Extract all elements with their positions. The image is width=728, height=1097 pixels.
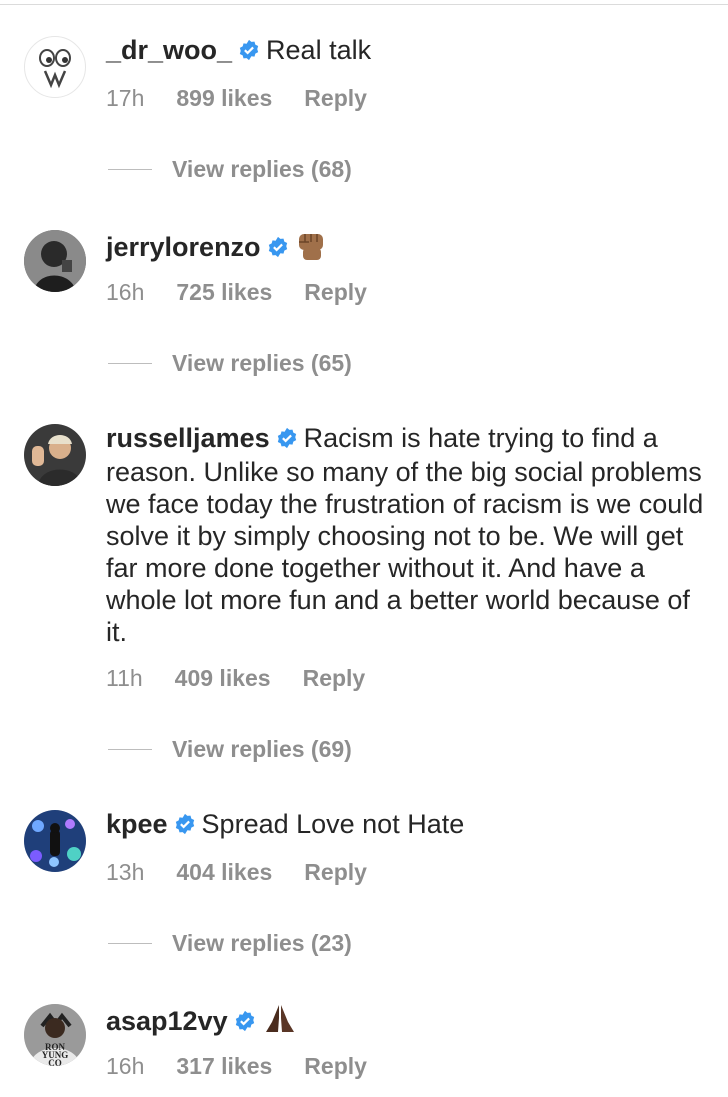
reply-button[interactable]: Reply bbox=[303, 665, 366, 691]
replies-divider bbox=[108, 748, 152, 750]
svg-text:CO: CO bbox=[48, 1058, 62, 1066]
avatar[interactable] bbox=[24, 424, 86, 486]
reply-button[interactable]: Reply bbox=[304, 859, 367, 885]
comment-time: 16h bbox=[106, 279, 145, 305]
view-replies-label: View replies (23) bbox=[172, 929, 352, 956]
view-replies-label: View replies (68) bbox=[172, 155, 352, 182]
comment-text: Racism is hate trying to find a reason. … bbox=[106, 423, 704, 647]
username[interactable]: kpee bbox=[106, 809, 168, 839]
raised-fist-emoji bbox=[295, 228, 329, 269]
avatar[interactable]: RON YUNG CO bbox=[24, 1004, 86, 1066]
avatar[interactable] bbox=[24, 36, 86, 98]
replies-divider bbox=[108, 942, 152, 944]
verified-badge-icon bbox=[267, 233, 289, 265]
view-replies-button[interactable]: View replies (69) bbox=[108, 735, 352, 763]
likes-count[interactable]: 409 likes bbox=[175, 665, 271, 691]
likes-count[interactable]: 899 likes bbox=[176, 85, 272, 111]
verified-badge-icon bbox=[174, 810, 196, 842]
username[interactable]: jerrylorenzo bbox=[106, 232, 261, 262]
username[interactable]: asap12vy bbox=[106, 1006, 228, 1036]
view-replies-button[interactable]: View replies (23) bbox=[108, 929, 352, 957]
username[interactable]: russelljames bbox=[106, 423, 270, 453]
view-replies-label: View replies (69) bbox=[172, 735, 352, 762]
verified-badge-icon bbox=[234, 1007, 256, 1039]
likes-count[interactable]: 317 likes bbox=[176, 1053, 272, 1079]
view-replies-button[interactable]: View replies (65) bbox=[108, 349, 352, 377]
comment-text: Spread Love not Hate bbox=[201, 809, 465, 839]
comment-text: Real talk bbox=[266, 35, 372, 65]
folded-hands-emoji bbox=[262, 1002, 298, 1043]
comment-time: 11h bbox=[106, 665, 143, 691]
verified-badge-icon bbox=[238, 36, 260, 68]
view-replies-button[interactable]: View replies (68) bbox=[108, 155, 352, 183]
likes-count[interactable]: 404 likes bbox=[176, 859, 272, 885]
reply-button[interactable]: Reply bbox=[304, 1053, 367, 1079]
username[interactable]: _dr_woo_ bbox=[106, 35, 232, 65]
replies-divider bbox=[108, 362, 152, 364]
top-divider bbox=[0, 4, 728, 5]
comment-time: 13h bbox=[106, 859, 145, 885]
reply-button[interactable]: Reply bbox=[304, 85, 367, 111]
verified-badge-icon bbox=[276, 424, 298, 456]
comment-time: 17h bbox=[106, 85, 145, 111]
likes-count[interactable]: 725 likes bbox=[176, 279, 272, 305]
view-replies-label: View replies (65) bbox=[172, 349, 352, 376]
reply-button[interactable]: Reply bbox=[304, 279, 367, 305]
replies-divider bbox=[108, 168, 152, 170]
comment-time: 16h bbox=[106, 1053, 145, 1079]
avatar[interactable] bbox=[24, 810, 86, 872]
avatar[interactable] bbox=[24, 230, 86, 292]
